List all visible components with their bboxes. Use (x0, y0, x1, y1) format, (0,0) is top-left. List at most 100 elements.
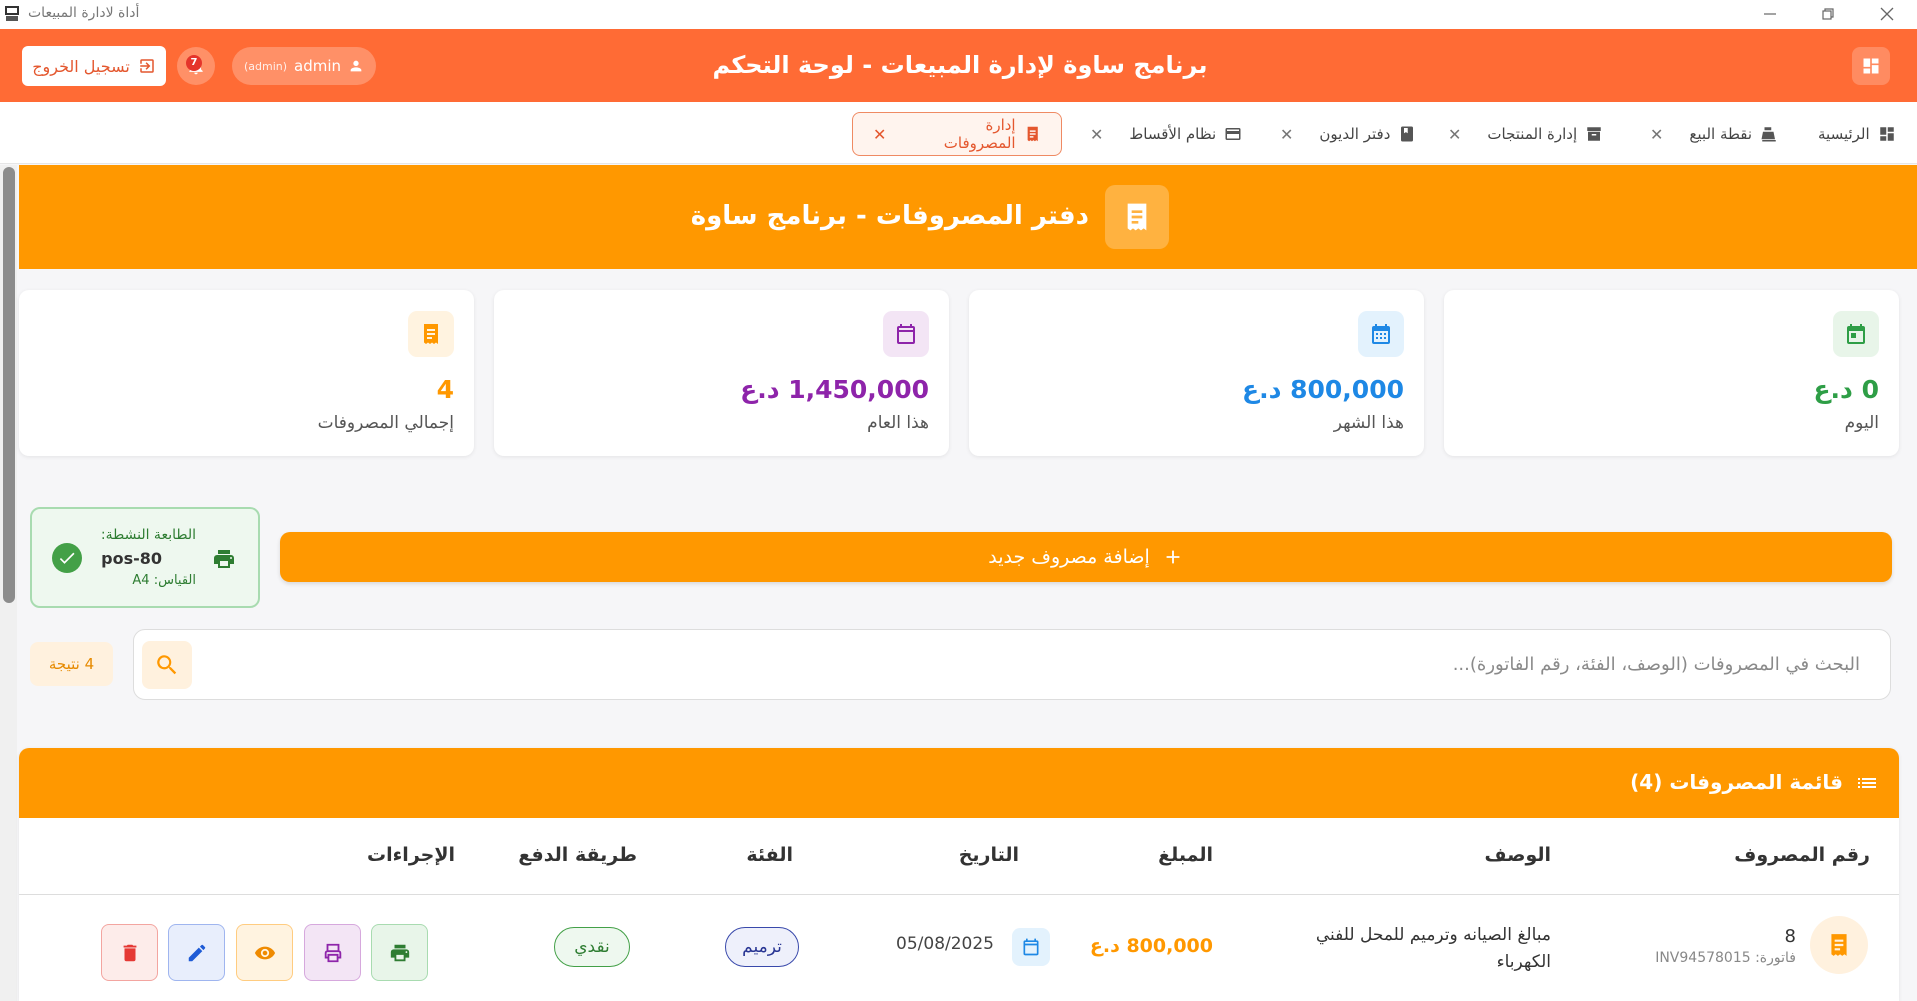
close-tab-icon[interactable]: ✕ (873, 125, 886, 144)
dashboard-icon (1861, 56, 1881, 76)
stat-card-year: 1,450,000 د.ع هذا العام (494, 290, 949, 456)
notifications-button[interactable]: 7 (177, 47, 215, 85)
archive-icon (1585, 125, 1603, 143)
tab-label: دفتر الديون (1319, 125, 1391, 143)
stat-icon-box (883, 311, 929, 357)
printer-size: القياس: A4 (132, 573, 196, 588)
tab-label: إدارة المنتجات (1487, 125, 1578, 143)
dashboard-icon (1878, 125, 1896, 143)
cash-register-icon (1760, 125, 1778, 143)
notification-badge: 7 (186, 55, 202, 71)
print-receipt-button[interactable] (371, 924, 428, 981)
stat-value: 800,000 د.ع (1242, 375, 1404, 404)
column-header[interactable]: التاريخ (959, 844, 1019, 866)
tab-installments[interactable]: نظام الأقساط ✕ (1080, 112, 1252, 156)
tab-home[interactable]: الرئيسية (1808, 112, 1906, 156)
app-title: برنامج ساوة لإدارة المبيعات - لوحة التحك… (712, 51, 1208, 79)
delete-button[interactable] (101, 924, 158, 981)
close-tab-icon[interactable]: ✕ (1280, 125, 1293, 144)
close-window-icon[interactable] (1877, 4, 1897, 24)
view-button[interactable] (236, 924, 293, 981)
search-button[interactable] (142, 641, 192, 689)
stat-value: 0 د.ع (1813, 375, 1879, 404)
table-header-row: رقم المصروف الوصف المبلغ التاريخ الفئة ط… (19, 818, 1899, 895)
stat-card-month: 800,000 د.ع هذا الشهر (969, 290, 1424, 456)
user-role: (admin) (243, 59, 288, 73)
stat-value: 1,450,000 د.ع (740, 375, 929, 404)
stat-icon-box (1358, 311, 1404, 357)
calendar-today-icon (1844, 322, 1868, 346)
calendar-month-icon (1369, 322, 1393, 346)
check-circle-icon (52, 543, 82, 573)
printer-label: الطابعة النشطة: (100, 527, 196, 543)
user-chip[interactable]: admin (admin) (232, 47, 376, 85)
tab-debts[interactable]: دفتر الديون ✕ (1270, 112, 1426, 156)
tab-label: الرئيسية (1818, 125, 1870, 143)
page-banner: دفتر المصروفات - برنامج ساوة (19, 165, 1917, 269)
tab-products[interactable]: إدارة المنتجات ✕ (1438, 112, 1613, 156)
stat-card-total: 4 إجمالي المصروفات (19, 290, 474, 456)
logout-icon (138, 57, 156, 75)
scrollbar-thumb[interactable] (3, 167, 15, 603)
table-row[interactable]: 8 فاتورة: INV94578015 مبالغ الصيانه وترم… (19, 896, 1899, 1001)
expenses-table: قائمة المصروفات (4) رقم المصروف الوصف ال… (19, 748, 1899, 1001)
list-icon (1855, 771, 1879, 795)
receipt-icon (419, 322, 443, 346)
stat-icon-box (408, 311, 454, 357)
window-titlebar: أداة لادارة المبيعات (0, 0, 1917, 29)
payment-method-badge: نقدي (554, 927, 630, 967)
vertical-scrollbar[interactable] (0, 165, 17, 1001)
invoice-number: فاتورة: INV94578015 (1655, 950, 1796, 966)
column-header[interactable]: المبلغ (1158, 844, 1213, 866)
tab-label: إدارة المصروفات (943, 116, 1016, 152)
tab-bar: الرئيسية نقطة البيع ✕ إدارة المنتجات ✕ د… (0, 102, 1917, 164)
user-name: admin (294, 57, 342, 75)
banner-icon-box (1105, 185, 1169, 249)
printer-icon (389, 942, 411, 964)
pencil-icon (186, 942, 208, 964)
expense-date: 05/08/2025 (896, 934, 994, 954)
stat-icon-box (1833, 311, 1879, 357)
logout-button[interactable]: تسجيل الخروج (22, 46, 166, 86)
edit-button[interactable] (168, 924, 225, 981)
active-printer-box[interactable]: الطابعة النشطة: pos-80 القياس: A4 (30, 507, 260, 608)
expense-id: 8 (1784, 926, 1796, 947)
plus-icon (1162, 546, 1184, 568)
table-title: قائمة المصروفات (4) (1630, 770, 1843, 794)
close-tab-icon[interactable]: ✕ (1650, 125, 1663, 144)
search-box (133, 629, 1891, 700)
minimize-icon[interactable] (1760, 4, 1780, 24)
print-a4-button[interactable] (304, 924, 361, 981)
column-header[interactable]: طريقة الدفع (518, 844, 637, 866)
window-title: أداة لادارة المبيعات (28, 5, 140, 21)
stat-card-today: 0 د.ع اليوم (1444, 290, 1899, 456)
expense-amount: 800,000 د.ع (1089, 935, 1213, 957)
close-tab-icon[interactable]: ✕ (1448, 125, 1461, 144)
stat-label: هذا الشهر (1333, 413, 1404, 433)
tab-pos[interactable]: نقطة البيع ✕ (1640, 112, 1788, 156)
column-header[interactable]: الوصف (1484, 844, 1551, 866)
add-expense-button[interactable]: إضافة مصروف جديد (280, 532, 1892, 582)
page-title: دفتر المصروفات - برنامج ساوة (690, 201, 1089, 231)
logout-label: تسجيل الخروج (32, 56, 130, 76)
column-header[interactable]: الفئة (746, 844, 793, 866)
add-expense-label: إضافة مصروف جديد (988, 546, 1150, 568)
close-tab-icon[interactable]: ✕ (1090, 125, 1103, 144)
search-input[interactable] (360, 646, 1860, 682)
column-header[interactable]: رقم المصروف (1734, 844, 1870, 866)
receipt-icon (1121, 201, 1153, 233)
tab-label: نقطة البيع (1689, 125, 1753, 143)
tab-expenses[interactable]: إدارة المصروفات ✕ (852, 112, 1062, 156)
search-icon (154, 652, 180, 678)
dashboard-button[interactable] (1852, 47, 1890, 85)
stat-label: إجمالي المصروفات (317, 413, 454, 433)
column-header[interactable]: الإجراءات (367, 844, 455, 866)
restore-icon[interactable] (1818, 4, 1838, 24)
category-badge: ترميم (725, 927, 799, 967)
printer-icon (212, 547, 236, 571)
printer-outline-icon (322, 942, 344, 964)
trash-icon (119, 942, 141, 964)
receipt-icon (1810, 916, 1868, 974)
stat-value: 4 (436, 375, 454, 404)
book-icon (1398, 125, 1416, 143)
